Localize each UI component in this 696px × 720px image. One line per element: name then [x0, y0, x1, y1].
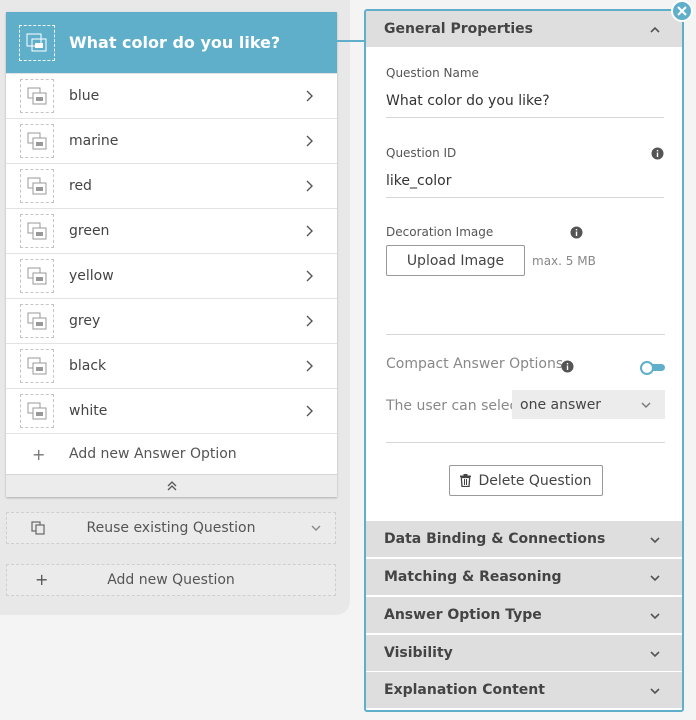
section-header[interactable]: Matching & Reasoning	[366, 559, 682, 596]
close-icon	[677, 6, 687, 16]
plus-icon: +	[32, 444, 46, 464]
trash-icon	[460, 474, 472, 487]
selection-mode-select[interactable]: one answer	[512, 390, 665, 419]
question-id-input[interactable]: like_color	[386, 173, 664, 198]
chevron-right-icon	[306, 90, 313, 102]
info-icon[interactable]	[651, 147, 664, 160]
section-title: Matching & Reasoning	[384, 569, 562, 585]
chevron-down-icon	[650, 537, 660, 544]
answer-option[interactable]: marine	[6, 118, 337, 163]
chevron-right-icon	[306, 405, 313, 417]
section-header[interactable]: Visibility	[366, 635, 682, 672]
compact-answer-options-label: Compact Answer Options	[386, 356, 564, 372]
chevron-down-icon	[311, 525, 321, 531]
upload-image-button[interactable]: Upload Image	[386, 245, 525, 276]
decoration-image-label: Decoration Image	[386, 225, 494, 239]
toggle-knob	[640, 361, 654, 375]
connector-line	[337, 40, 365, 42]
question-id-label: Question ID	[386, 146, 457, 160]
section-header[interactable]: Explanation Content	[366, 672, 682, 709]
divider	[386, 334, 665, 335]
answer-label: blue	[69, 88, 100, 104]
section-header[interactable]: Answer Option Type	[366, 597, 682, 634]
selection-mode-value: one answer	[520, 396, 602, 413]
image-placeholder-icon[interactable]	[20, 349, 54, 383]
max-size-note: max. 5 MB	[532, 254, 596, 268]
chevron-down-icon	[650, 613, 660, 620]
chevron-right-icon	[306, 135, 313, 147]
add-question-label: Add new Question	[107, 572, 235, 588]
question-card: What color do you like? blue marine red gre…	[6, 12, 337, 497]
add-answer-label: Add new Answer Option	[69, 446, 237, 462]
info-icon[interactable]	[561, 360, 574, 373]
section-header[interactable]: Data Binding & Connections	[366, 521, 682, 558]
answer-option[interactable]: grey	[6, 298, 337, 343]
chevron-right-icon	[306, 360, 313, 372]
chevron-right-icon	[306, 315, 313, 327]
question-header[interactable]: What color do you like?	[6, 12, 337, 73]
section-general-properties[interactable]: General Properties	[366, 11, 682, 48]
reuse-question-button[interactable]: Reuse existing Question	[6, 512, 336, 544]
answer-label: black	[69, 358, 107, 374]
section-title: General Properties	[384, 21, 533, 37]
image-placeholder-icon[interactable]	[19, 24, 55, 61]
delete-question-button[interactable]: Delete Question	[449, 465, 603, 496]
divider	[386, 442, 665, 443]
chevron-right-icon	[306, 270, 313, 282]
double-chevron-up-icon	[167, 481, 176, 491]
image-placeholder-icon[interactable]	[20, 124, 54, 158]
chevron-right-icon	[306, 225, 313, 237]
image-placeholder-icon[interactable]	[20, 214, 54, 248]
properties-panel: General Properties Question Name What co…	[364, 9, 684, 712]
close-panel-button[interactable]	[671, 0, 693, 22]
chevron-up-icon	[650, 26, 660, 33]
info-icon[interactable]	[570, 226, 583, 239]
section-title: Answer Option Type	[384, 607, 542, 623]
answer-option[interactable]: blue	[6, 73, 337, 118]
image-placeholder-icon[interactable]	[20, 304, 54, 338]
collapse-answers-button[interactable]	[6, 474, 337, 497]
delete-question-label: Delete Question	[478, 472, 592, 489]
answer-label: marine	[69, 133, 119, 149]
add-answer-option[interactable]: + Add new Answer Option	[6, 433, 337, 474]
answer-option[interactable]: white	[6, 388, 337, 433]
chevron-down-icon	[650, 651, 660, 658]
answer-option[interactable]: black	[6, 343, 337, 388]
answer-label: white	[69, 403, 108, 419]
chevron-down-icon	[650, 688, 660, 695]
answer-label: yellow	[69, 268, 114, 284]
question-name-input[interactable]: What color do you like?	[386, 93, 664, 118]
chevron-right-icon	[306, 180, 313, 192]
answer-label: green	[69, 223, 110, 239]
question-name-label: Question Name	[386, 66, 479, 80]
answer-option[interactable]: green	[6, 208, 337, 253]
image-placeholder-icon[interactable]	[20, 169, 54, 203]
image-placeholder-icon[interactable]	[20, 79, 54, 113]
answer-option[interactable]: yellow	[6, 253, 337, 298]
section-title: Visibility	[384, 645, 453, 661]
reuse-question-label: Reuse existing Question	[86, 520, 256, 536]
image-placeholder-icon[interactable]	[20, 394, 54, 428]
compact-answer-toggle[interactable]	[640, 361, 666, 375]
chevron-down-icon	[650, 575, 660, 582]
image-placeholder-icon[interactable]	[20, 259, 54, 293]
add-question-button[interactable]: + Add new Question	[6, 564, 336, 596]
general-properties-body: Question Name What color do you like? Qu…	[366, 48, 682, 521]
section-title: Data Binding & Connections	[384, 531, 606, 547]
chevron-down-icon	[641, 402, 651, 408]
answer-label: grey	[69, 313, 101, 329]
question-title: What color do you like?	[69, 33, 281, 52]
selection-mode-label: The user can select	[386, 398, 523, 414]
section-title: Explanation Content	[384, 682, 545, 698]
answer-option[interactable]: red	[6, 163, 337, 208]
answer-label: red	[69, 178, 92, 194]
